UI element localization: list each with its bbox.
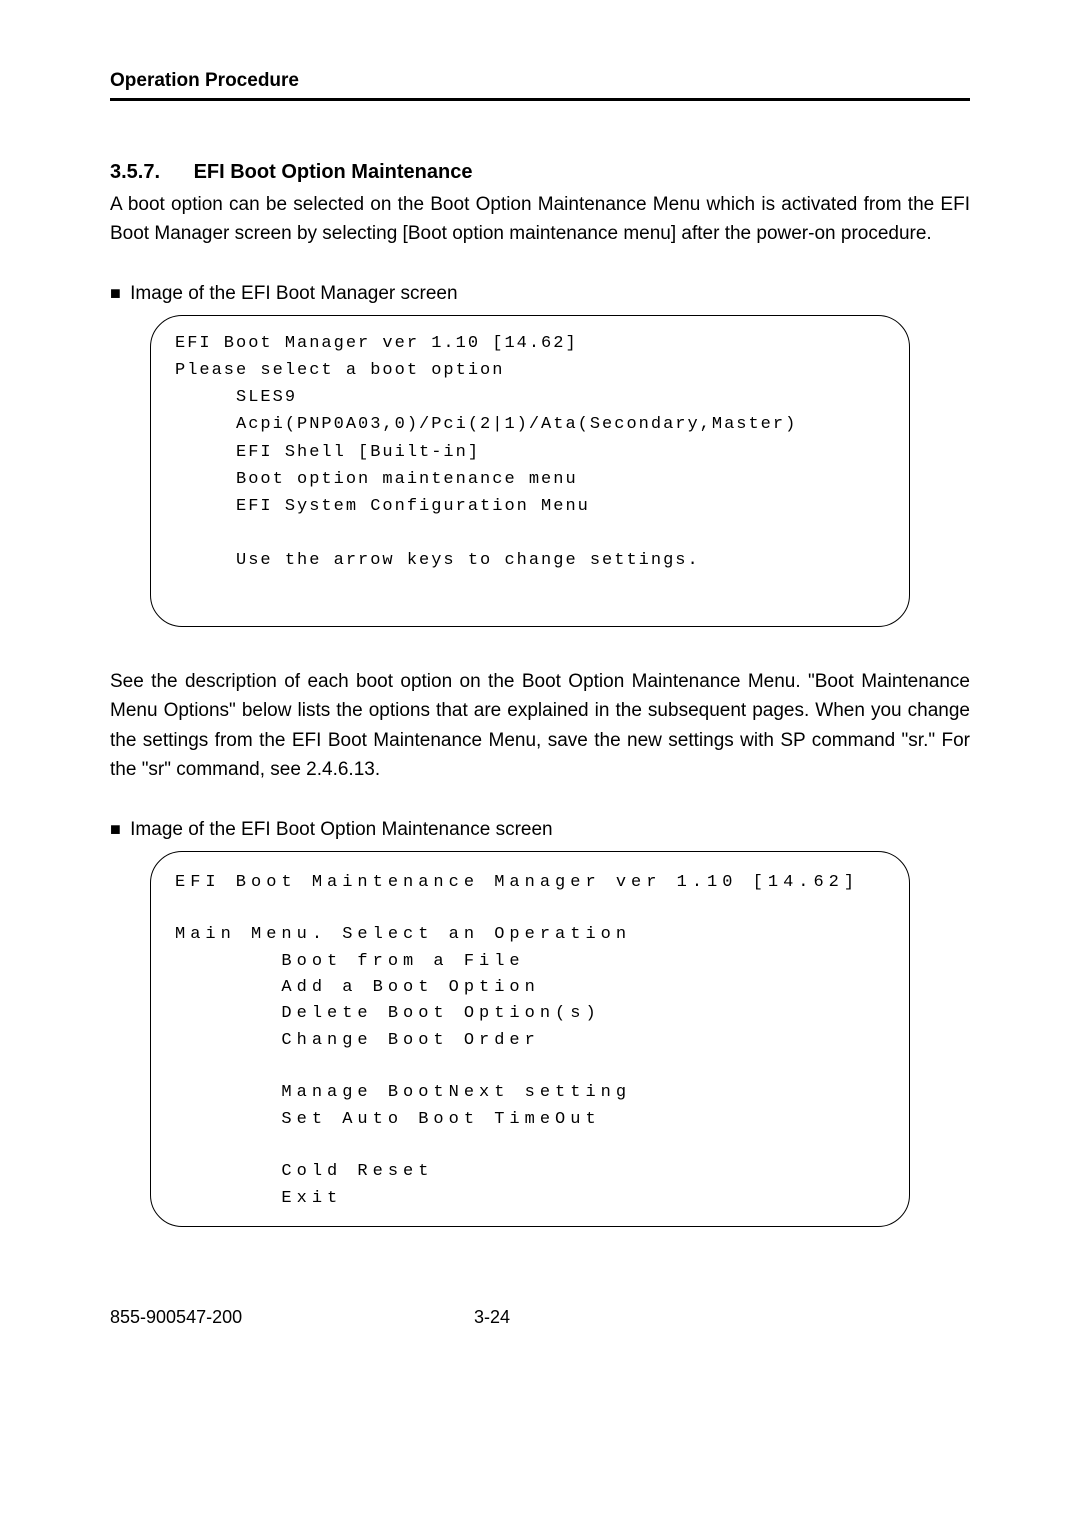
page-number: 3-24 bbox=[474, 1307, 510, 1328]
screen1-line: Acpi(PNP0A03,0)/Pci(2|1)/Ata(Secondary,M… bbox=[175, 411, 885, 438]
screen2-blank bbox=[175, 896, 885, 922]
screen2-line: Set Auto Boot TimeOut bbox=[175, 1107, 885, 1133]
screen2-line: Change Boot Order bbox=[175, 1028, 885, 1054]
middle-paragraph: See the description of each boot option … bbox=[110, 667, 970, 785]
caption-screen2: ■ Image of the EFI Boot Option Maintenan… bbox=[110, 819, 970, 841]
header-rule bbox=[110, 98, 970, 101]
bullet-icon: ■ bbox=[110, 283, 121, 303]
screen2-line: Delete Boot Option(s) bbox=[175, 1001, 885, 1027]
screen2-blank bbox=[175, 1133, 885, 1159]
screen2-line: Main Menu. Select an Operation bbox=[175, 922, 885, 948]
running-header: Operation Procedure bbox=[110, 70, 970, 92]
bullet-icon: ■ bbox=[110, 819, 121, 839]
screen1-line: EFI Shell [Built-in] bbox=[175, 439, 885, 466]
screen2-line: EFI Boot Maintenance Manager ver 1.10 [1… bbox=[175, 870, 885, 896]
efi-boot-maintenance-screen: EFI Boot Maintenance Manager ver 1.10 [1… bbox=[150, 851, 910, 1227]
screen2-line: Cold Reset bbox=[175, 1159, 885, 1185]
screen2-blank bbox=[175, 1054, 885, 1080]
screen2-line: Exit bbox=[175, 1186, 885, 1212]
section-intro: A boot option can be selected on the Boo… bbox=[110, 190, 970, 249]
screen1-line: Boot option maintenance menu bbox=[175, 466, 885, 493]
screen2-line: Boot from a File bbox=[175, 949, 885, 975]
doc-number: 855-900547-200 bbox=[110, 1307, 242, 1328]
screen1-line: Please select a boot option bbox=[175, 357, 885, 384]
screen1-line: Use the arrow keys to change settings. bbox=[175, 547, 885, 574]
screen2-line: Add a Boot Option bbox=[175, 975, 885, 1001]
caption2-text: Image of the EFI Boot Option Maintenance… bbox=[130, 819, 552, 840]
section-number: 3.5.7. bbox=[110, 161, 188, 184]
efi-boot-manager-screen: EFI Boot Manager ver 1.10 [14.62] Please… bbox=[150, 315, 910, 627]
caption-screen1: ■ Image of the EFI Boot Manager screen bbox=[110, 283, 970, 305]
screen1-line: EFI System Configuration Menu bbox=[175, 493, 885, 520]
section-title: EFI Boot Option Maintenance bbox=[194, 161, 473, 183]
caption1-text: Image of the EFI Boot Manager screen bbox=[130, 283, 457, 304]
footer: 855-900547-200 3-24 bbox=[110, 1307, 510, 1328]
screen2-line: Manage BootNext setting bbox=[175, 1080, 885, 1106]
screen1-blank bbox=[175, 520, 885, 547]
page: Operation Procedure 3.5.7. EFI Boot Opti… bbox=[0, 0, 1080, 1388]
screen1-line: SLES9 bbox=[175, 384, 885, 411]
screen1-blank bbox=[175, 575, 885, 602]
screen1-line: EFI Boot Manager ver 1.10 [14.62] bbox=[175, 330, 885, 357]
section-heading: 3.5.7. EFI Boot Option Maintenance bbox=[110, 161, 970, 184]
